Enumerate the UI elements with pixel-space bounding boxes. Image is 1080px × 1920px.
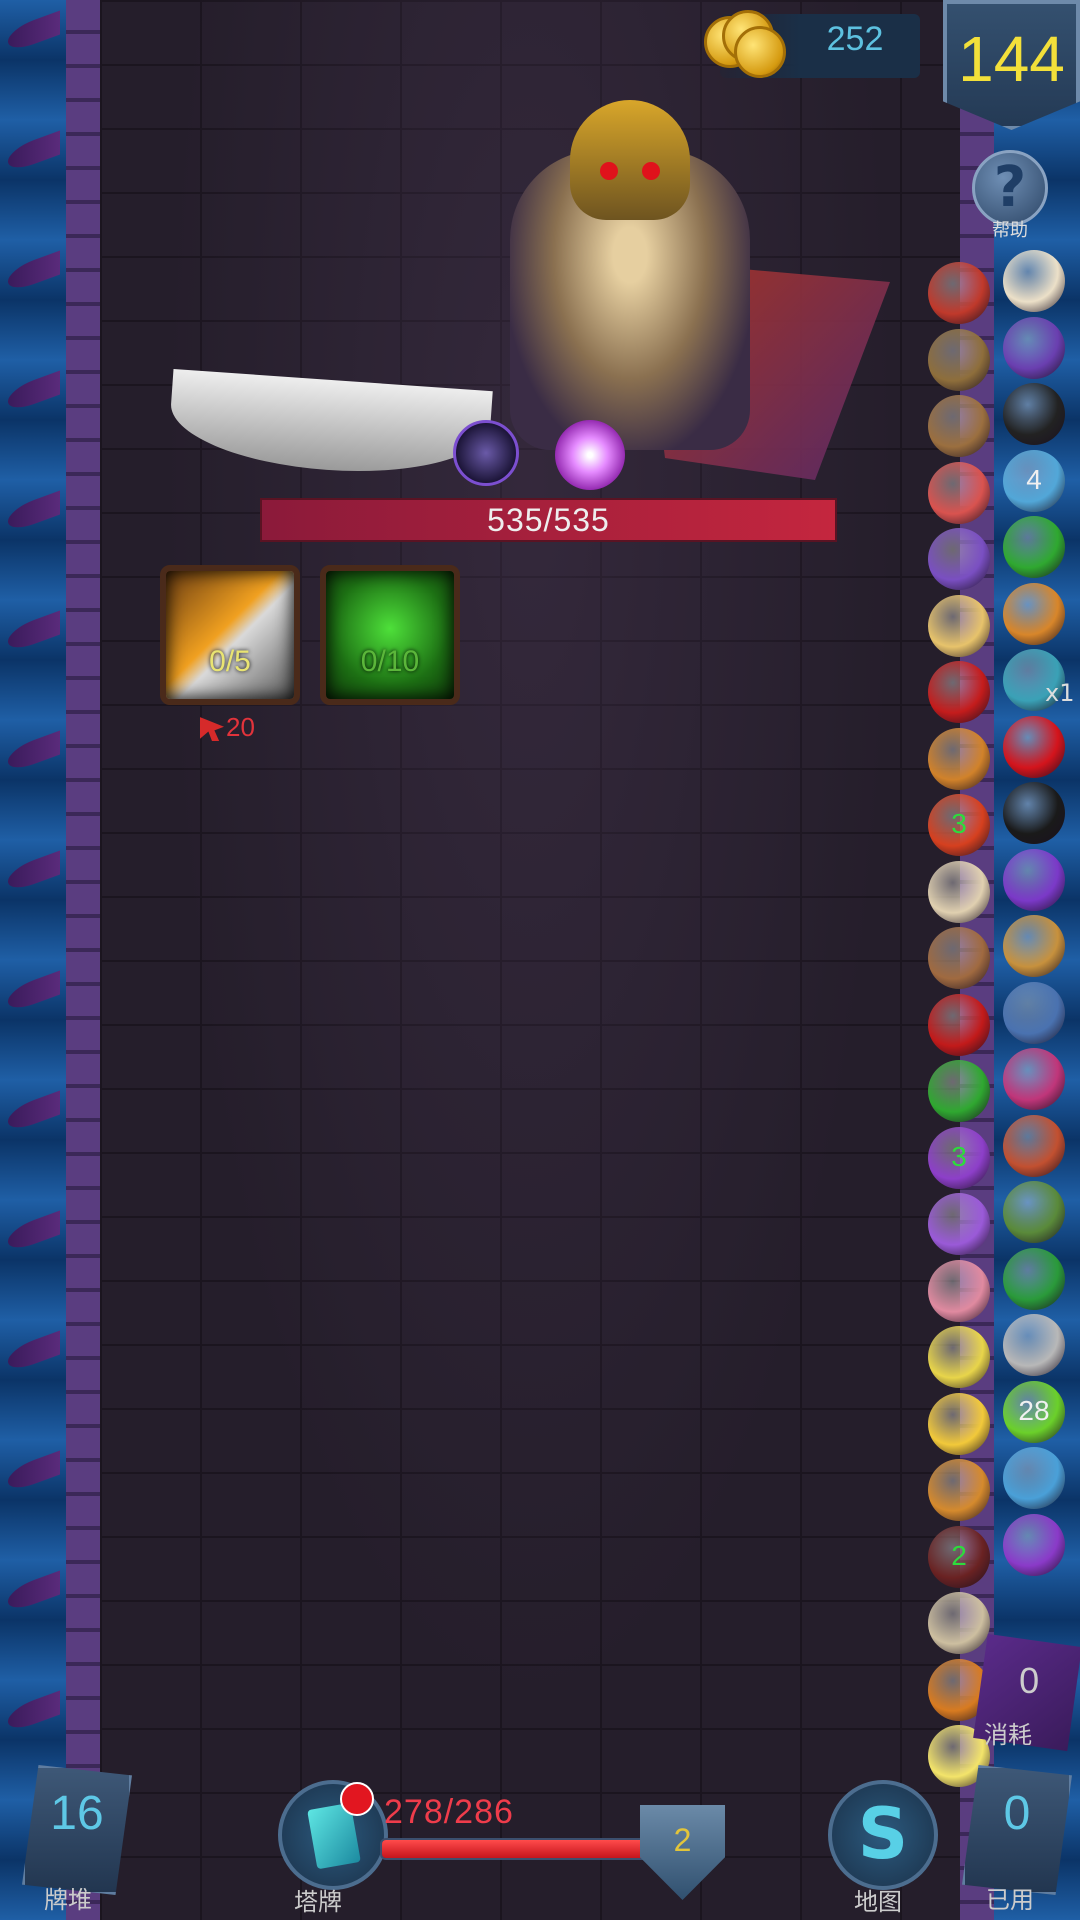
relic-counter: 4 xyxy=(1026,463,1042,495)
question-icon: ? xyxy=(972,150,1048,226)
relic-counter: 3 xyxy=(951,1140,967,1172)
player-hp-bar xyxy=(380,1838,660,1860)
intent-damage: 20 xyxy=(200,712,255,743)
poison-intent-count: 0/10 xyxy=(360,645,420,678)
green-claw-icon[interactable] xyxy=(1003,516,1065,578)
map-icon: S xyxy=(857,1793,909,1875)
discard-pile-button[interactable]: 0 xyxy=(962,1765,1072,1895)
blue-flame-icon[interactable] xyxy=(1003,1447,1065,1509)
armor-value: 2 xyxy=(673,1822,692,1858)
tentacle-spike xyxy=(8,10,60,54)
sock-icon[interactable] xyxy=(928,262,990,324)
target-icon[interactable] xyxy=(928,461,990,524)
enemy-helmet xyxy=(570,100,690,220)
floor-number: 144 xyxy=(958,23,1065,95)
rose-icon[interactable] xyxy=(928,661,990,723)
yellow-eye-icon[interactable] xyxy=(928,1326,990,1388)
notification-dot xyxy=(340,1782,374,1816)
damage-value: 20 xyxy=(226,712,255,742)
tentacle-spike xyxy=(8,970,60,1014)
card-icon[interactable] xyxy=(928,860,990,923)
pink-orb-buff-icon[interactable] xyxy=(555,420,625,490)
scroll-icon[interactable] xyxy=(1003,915,1065,977)
pink-gem-icon[interactable] xyxy=(1003,1048,1065,1110)
green-card-icon[interactable] xyxy=(1003,1247,1065,1310)
green-sigil-icon[interactable]: 28 xyxy=(1003,1380,1065,1443)
cheese-icon[interactable] xyxy=(928,1392,990,1455)
rose-icon[interactable] xyxy=(928,993,990,1056)
dark-buff-icon[interactable] xyxy=(453,420,519,486)
purple-eye-icon[interactable] xyxy=(928,528,990,590)
purple-rune-icon[interactable]: 3 xyxy=(928,1126,990,1189)
player-hp-text: 278/286 xyxy=(384,1793,514,1831)
scimitar-blade xyxy=(167,368,493,482)
map-label: 地图 xyxy=(854,1888,902,1916)
coin-count: 252 xyxy=(826,20,884,58)
envelope-icon[interactable] xyxy=(928,594,990,657)
relic-counter: 2 xyxy=(951,1539,967,1571)
help-label: 帮助 xyxy=(992,220,1028,241)
blood-drop-icon[interactable] xyxy=(1003,715,1065,778)
enemy-hp-bar: 535/535 xyxy=(260,498,837,542)
clover-icon[interactable] xyxy=(928,1060,990,1122)
gold-coins-icon xyxy=(704,10,794,84)
draw-pile-label: 牌堆 xyxy=(44,1886,92,1914)
left-pillar xyxy=(66,0,100,1920)
tentacle-spike xyxy=(8,1090,60,1134)
exhaust-count: 0 xyxy=(1019,1660,1040,1702)
scroll-icon[interactable] xyxy=(928,1592,990,1654)
vial-icon[interactable] xyxy=(928,927,990,989)
witch-hat-icon[interactable] xyxy=(1003,316,1065,379)
tentacle-spike xyxy=(8,730,60,774)
tentacle-spike xyxy=(8,1210,60,1254)
map-button[interactable]: S xyxy=(828,1780,938,1890)
tentacle-spike xyxy=(8,1330,60,1374)
tentacle-spike xyxy=(8,1450,60,1494)
tentacle-spike xyxy=(8,1570,60,1614)
relic-multiplier: x1 xyxy=(1045,679,1075,707)
fruit-bowl-icon[interactable] xyxy=(928,727,990,790)
draw-pile-count: 16 xyxy=(50,1787,104,1840)
skeleton-knight-enemy[interactable] xyxy=(167,90,910,510)
damage-icon xyxy=(200,717,224,742)
attack-intent-icon[interactable]: 0/5 xyxy=(160,565,300,705)
exhaust-label: 消耗 xyxy=(984,1721,1032,1749)
tentacle-spike xyxy=(8,850,60,894)
purple-sigil-icon[interactable] xyxy=(928,1193,990,1255)
dagger-icon[interactable] xyxy=(1003,1513,1065,1576)
tentacle-spike xyxy=(8,130,60,174)
tentacle-spike xyxy=(8,610,60,654)
draw-pile-button[interactable]: 16 xyxy=(22,1765,132,1895)
bullet-icon[interactable] xyxy=(928,328,990,391)
meteor-icon[interactable] xyxy=(1003,1114,1065,1177)
black-orb-icon[interactable] xyxy=(1003,782,1065,844)
blue-gem-icon[interactable]: 4 xyxy=(1003,449,1065,512)
dice-icon[interactable] xyxy=(1003,250,1065,312)
attack-intent-count: 0/5 xyxy=(209,645,251,678)
triquetra-icon[interactable] xyxy=(1003,383,1065,445)
player-hp-fill xyxy=(382,1840,651,1858)
relic-counter: 3 xyxy=(951,808,967,839)
discard-label: 已用 xyxy=(986,1886,1034,1914)
swirl-icon[interactable] xyxy=(928,1259,990,1322)
poison-intent-icon[interactable]: 0/10 xyxy=(320,565,460,705)
twig-icon[interactable]: 2 xyxy=(928,1525,990,1588)
tentacle-spike xyxy=(8,370,60,414)
gauntlet-icon[interactable] xyxy=(1003,1314,1065,1376)
tentacle-spike xyxy=(8,250,60,294)
fire-orb-icon[interactable]: 3 xyxy=(928,794,990,856)
discard-count: 0 xyxy=(1003,1787,1031,1840)
sack-icon[interactable] xyxy=(928,395,990,457)
dark-flame-icon[interactable] xyxy=(1003,848,1065,911)
deck-label: 塔牌 xyxy=(294,1888,342,1916)
tentacle-spike xyxy=(8,490,60,534)
bread-icon[interactable] xyxy=(928,1459,990,1521)
green-book-icon[interactable] xyxy=(1003,1181,1065,1243)
help-button[interactable]: ? 帮助 xyxy=(970,150,1050,241)
can-icon[interactable] xyxy=(1003,981,1065,1044)
tentacle-spike xyxy=(8,1690,60,1734)
fire-pot-icon[interactable] xyxy=(1003,582,1065,645)
relic-counter: 28 xyxy=(1018,1394,1050,1426)
enemy-hp-text: 535/535 xyxy=(487,502,610,538)
